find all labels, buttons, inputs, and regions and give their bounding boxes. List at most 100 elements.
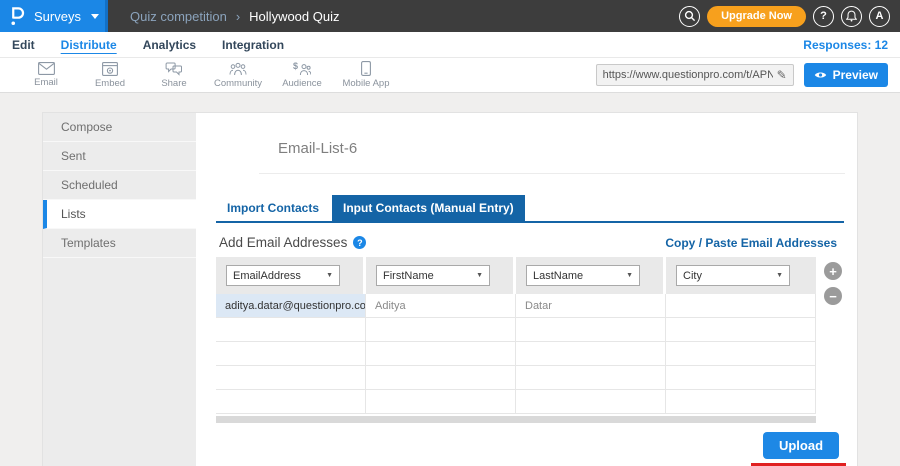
surveys-menu[interactable]: Surveys: [0, 0, 108, 32]
toolbar-item-embed[interactable]: Embed: [78, 62, 142, 89]
cell-lastname[interactable]: [516, 318, 666, 342]
contacts-table-zone: EmailAddress FirstName: [216, 257, 857, 423]
toolbar-item-label: Audience: [282, 78, 322, 89]
nav-item-analytics[interactable]: Analytics: [143, 38, 196, 52]
breadcrumb-current: Hollywood Quiz: [249, 9, 339, 24]
tab-input-contacts-manual[interactable]: Input Contacts (Manual Entry): [332, 195, 525, 221]
remove-row-button[interactable]: −: [824, 287, 842, 305]
cell-email[interactable]: [216, 390, 366, 414]
header-cell: EmailAddress: [216, 257, 366, 294]
copy-paste-emails-link[interactable]: Copy / Paste Email Addresses: [665, 236, 837, 250]
help-icon[interactable]: ?: [353, 236, 366, 249]
upload-button[interactable]: Upload: [763, 432, 839, 459]
edit-url-icon[interactable]: [777, 68, 787, 82]
nav-item-distribute[interactable]: Distribute: [61, 38, 117, 52]
email-panel: Compose Sent Scheduled Lists Templates E…: [42, 112, 858, 466]
tab-import-contacts[interactable]: Import Contacts: [216, 195, 330, 221]
cell-lastname[interactable]: [516, 390, 666, 414]
cell-firstname[interactable]: Aditya: [366, 294, 516, 318]
cell-city[interactable]: [666, 318, 816, 342]
cell-firstname[interactable]: [366, 366, 516, 390]
toolbar-item-label: Embed: [95, 78, 125, 89]
add-emails-heading-row: Add Email Addresses ? Copy / Paste Email…: [219, 235, 837, 250]
toolbar-item-audience[interactable]: $ Audience: [270, 62, 334, 89]
sidebar-item-templates[interactable]: Templates: [43, 229, 196, 258]
email-icon: [38, 62, 55, 75]
list-title[interactable]: Email-List-6: [278, 140, 357, 157]
survey-url-field[interactable]: https://www.questionpro.com/t/APNrFZ: [596, 64, 794, 86]
contacts-grid-header: EmailAddress FirstName: [216, 257, 816, 294]
share-icon: [165, 62, 183, 76]
help-button[interactable]: ?: [813, 6, 834, 27]
nav-item-integration[interactable]: Integration: [222, 38, 284, 52]
toolbar-item-community[interactable]: Community: [206, 62, 270, 89]
cell-city[interactable]: [666, 366, 816, 390]
add-row-button[interactable]: +: [824, 262, 842, 280]
header-cell: FirstName: [366, 257, 516, 294]
toolbar-item-label: Mobile App: [342, 78, 389, 89]
survey-nav: Edit Distribute Analytics Integration Re…: [0, 32, 900, 58]
table-row: [216, 390, 816, 414]
sidebar-item-scheduled[interactable]: Scheduled: [43, 171, 196, 200]
cell-city[interactable]: [666, 342, 816, 366]
row-controls: + −: [824, 257, 842, 423]
cell-lastname[interactable]: [516, 366, 666, 390]
search-button[interactable]: [679, 6, 700, 27]
column-select-city[interactable]: City: [676, 265, 790, 286]
page-body: Compose Sent Scheduled Lists Templates E…: [0, 93, 900, 466]
column-select-emailaddress[interactable]: EmailAddress: [226, 265, 340, 286]
title-divider: [259, 173, 845, 174]
upgrade-now-button[interactable]: Upgrade Now: [707, 6, 806, 27]
cell-firstname[interactable]: [366, 318, 516, 342]
cell-email[interactable]: [216, 342, 366, 366]
cell-email[interactable]: aditya.datar@questionpro.com: [216, 294, 366, 318]
cell-firstname[interactable]: [366, 342, 516, 366]
table-row: [216, 342, 816, 366]
sidebar-item-lists[interactable]: Lists: [43, 200, 196, 229]
sidebar-item-sent[interactable]: Sent: [43, 142, 196, 171]
responses-count: Responses: 12: [803, 38, 888, 52]
toolbar-item-label: Email: [34, 77, 58, 88]
header-actions: Upgrade Now ? A: [679, 6, 900, 27]
embed-icon: [102, 62, 118, 76]
toolbar-item-mobile-app[interactable]: Mobile App: [334, 61, 398, 89]
search-icon: [684, 10, 696, 22]
column-select-firstname[interactable]: FirstName: [376, 265, 490, 286]
sidebar-item-compose[interactable]: Compose: [43, 113, 196, 142]
avatar[interactable]: A: [869, 6, 890, 27]
header-cell: LastName: [516, 257, 666, 294]
svg-text:$: $: [293, 62, 298, 71]
table-scrollbar[interactable]: [216, 416, 816, 423]
breadcrumb-parent[interactable]: Quiz competition: [130, 9, 227, 24]
cell-lastname[interactable]: [516, 342, 666, 366]
bell-icon: [846, 10, 857, 22]
chevron-down-icon: [476, 272, 483, 279]
chevron-down-icon: [626, 272, 633, 279]
cell-firstname[interactable]: [366, 390, 516, 414]
community-icon: [229, 62, 247, 76]
preview-button[interactable]: Preview: [804, 63, 888, 87]
chevron-down-icon: [91, 14, 99, 19]
eye-icon: [814, 70, 827, 80]
table-row: aditya.datar@questionpro.com Aditya Data…: [216, 294, 816, 318]
survey-url-value: https://www.questionpro.com/t/APNrFZ: [603, 69, 773, 81]
notifications-button[interactable]: [841, 6, 862, 27]
survey-url-zone: https://www.questionpro.com/t/APNrFZ Pre…: [596, 63, 900, 87]
column-select-lastname[interactable]: LastName: [526, 265, 640, 286]
nav-item-edit[interactable]: Edit: [12, 38, 35, 52]
cell-email[interactable]: [216, 366, 366, 390]
cell-city[interactable]: [666, 390, 816, 414]
cell-city[interactable]: [666, 294, 816, 318]
add-email-addresses-heading: Add Email Addresses: [219, 235, 347, 250]
lists-content: Email-List-6 Import Contacts Input Conta…: [196, 113, 857, 466]
contacts-tab-bar: Import Contacts Input Contacts (Manual E…: [216, 195, 844, 223]
chevron-down-icon: [326, 272, 333, 279]
header-cell: City: [666, 257, 816, 294]
cell-email[interactable]: [216, 318, 366, 342]
toolbar-item-email[interactable]: Email: [14, 62, 78, 88]
table-row: [216, 366, 816, 390]
toolbar-item-share[interactable]: Share: [142, 62, 206, 89]
mobile-app-icon: [361, 61, 371, 76]
cell-lastname[interactable]: Datar: [516, 294, 666, 318]
chevron-down-icon: [776, 272, 783, 279]
